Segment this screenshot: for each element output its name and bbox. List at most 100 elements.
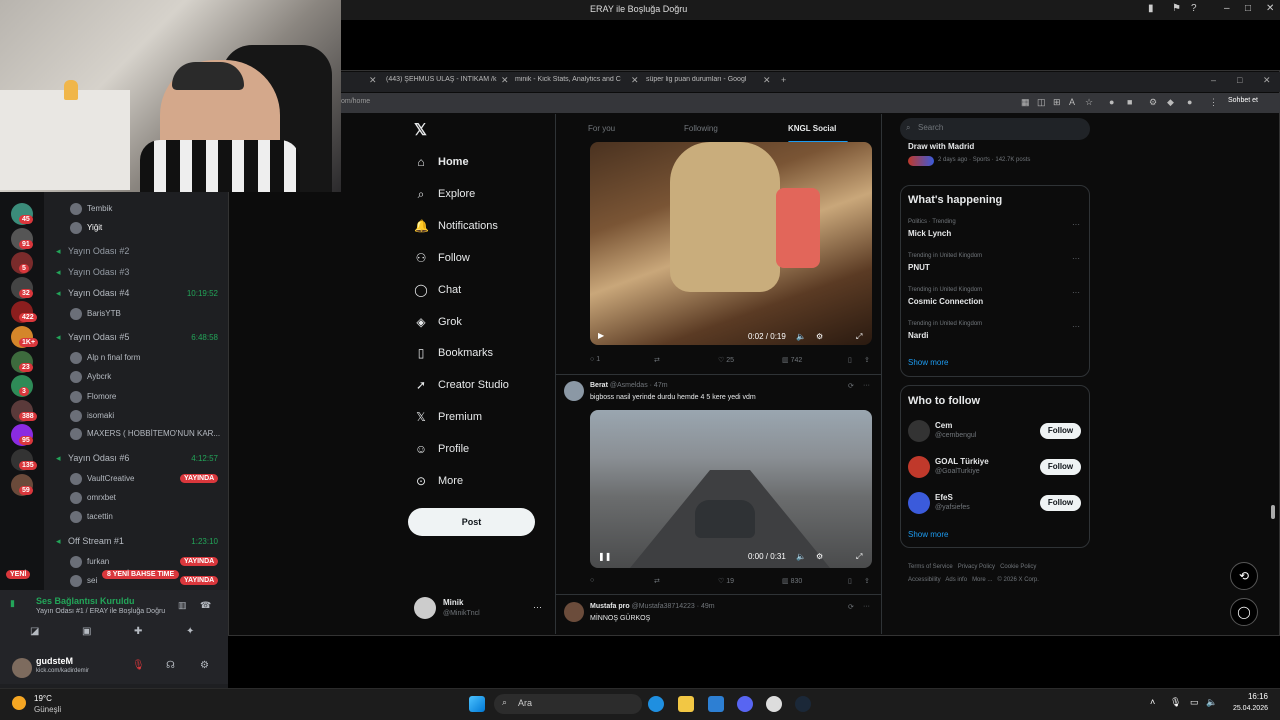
follow-button[interactable]: Follow — [1040, 495, 1081, 511]
views-icon[interactable]: ▥ 742 — [782, 356, 802, 364]
menu-icon[interactable]: ⋮ — [1209, 97, 1218, 108]
extension-icon[interactable]: ● — [1109, 97, 1114, 107]
activities-icon[interactable]: ✚ — [134, 626, 142, 637]
minimize-icon[interactable]: – — [1211, 75, 1216, 85]
footer-link[interactable]: Accessibility — [908, 577, 941, 583]
reply-icon[interactable]: ○ — [590, 577, 594, 584]
scrollbar[interactable] — [1271, 505, 1275, 519]
voice-user[interactable]: VaultCreative — [70, 473, 134, 485]
follow-button[interactable]: Follow — [1040, 459, 1081, 475]
post-video[interactable] — [590, 410, 872, 568]
voice-channel[interactable]: ◂ Yayın Odası #3 — [56, 267, 129, 277]
new-bet-badge[interactable]: 8 YENİ BAHSE TIME — [102, 570, 180, 579]
extension-icon[interactable]: ⊞ — [1053, 97, 1061, 108]
trend-title[interactable]: PNUT — [908, 263, 930, 272]
avatar[interactable] — [12, 658, 32, 678]
avatar[interactable] — [564, 381, 584, 401]
screen-share-icon[interactable]: ▣ — [82, 626, 91, 637]
nav-item-follow[interactable]: ⚇ Follow — [414, 251, 470, 265]
weather-desc[interactable]: Güneşli — [34, 705, 61, 714]
camera-off-icon[interactable]: ◪ — [30, 626, 39, 637]
grok-icon[interactable]: ⟳ — [848, 603, 854, 611]
avatar[interactable] — [564, 602, 584, 622]
chat-icon[interactable]: ◯ — [1230, 598, 1258, 626]
close-tab-icon[interactable]: ✕ — [369, 75, 377, 86]
like-icon[interactable]: ♡ 19 — [718, 577, 734, 585]
more-icon[interactable]: ··· — [863, 603, 870, 610]
pause-icon[interactable]: ❚❚ — [598, 552, 611, 561]
nav-item-chat[interactable]: ◯ Chat — [414, 283, 461, 297]
flag-icon[interactable]: ⚑ — [1172, 3, 1181, 14]
footer-link[interactable]: Privacy Policy — [958, 564, 995, 570]
file-explorer-icon[interactable] — [678, 696, 694, 712]
voice-channel[interactable]: ◂ Yayın Odası #4 — [56, 288, 129, 298]
avatar[interactable] — [908, 456, 930, 478]
voice-channel[interactable]: ◂ Yayın Odası #2 — [56, 246, 129, 256]
show-more-link[interactable]: Show more — [908, 530, 948, 539]
search-input[interactable]: Search — [900, 118, 1090, 140]
extension-icon[interactable]: ◆ — [1167, 97, 1174, 108]
volume-icon[interactable]: 🔈 — [796, 552, 806, 561]
more-icon[interactable]: ··· — [1072, 254, 1080, 263]
more-icon[interactable]: ··· — [1072, 220, 1080, 229]
voice-user[interactable]: Aybcrk — [70, 371, 111, 383]
close-tab-icon[interactable]: ✕ — [763, 75, 771, 86]
trend-title[interactable]: Mick Lynch — [908, 229, 951, 238]
tab-2[interactable]: minik - Kick Stats, Analytics and C — [515, 76, 627, 90]
nav-item-notifications[interactable]: 🔔 Notifications — [414, 219, 498, 233]
discord-icon[interactable] — [737, 696, 753, 712]
voice-user[interactable]: Tembik — [70, 203, 112, 215]
maximize-icon[interactable]: □ — [1245, 3, 1251, 14]
share-icon[interactable]: ⇪ — [864, 356, 870, 364]
windows-start-icon[interactable] — [469, 696, 485, 712]
tab-for-you[interactable]: For you — [588, 124, 615, 133]
app-icon[interactable] — [708, 696, 724, 712]
extension-icon[interactable]: ■ — [1127, 97, 1132, 107]
mute-icon[interactable]: 🎙 — [132, 660, 145, 671]
extension-icon[interactable]: ▦ — [1021, 97, 1030, 108]
voice-user[interactable]: Flomore — [70, 391, 116, 403]
settings-icon[interactable]: ⚙ — [816, 332, 823, 341]
signal-icon[interactable]: ▥ — [178, 600, 187, 611]
show-more-link[interactable]: Show more — [908, 358, 948, 367]
share-icon[interactable]: ⇪ — [864, 577, 870, 585]
footer-link[interactable]: Terms of Service — [908, 564, 953, 570]
extension-icon[interactable]: ◫ — [1037, 97, 1046, 108]
suggestion-name[interactable]: EfeS — [935, 493, 953, 502]
follow-button[interactable]: Follow — [1040, 423, 1081, 439]
settings-icon[interactable]: ⚙ — [816, 552, 823, 561]
maximize-icon[interactable]: □ — [1237, 75, 1242, 85]
x-logo-icon[interactable]: 𝕏 — [414, 120, 427, 140]
volume-icon[interactable]: 🔈 — [1206, 697, 1217, 708]
nav-item-creator-studio[interactable]: ➚ Creator Studio — [414, 378, 509, 392]
footer-link[interactable]: More ... — [972, 577, 992, 583]
repost-icon[interactable]: ⇄ — [654, 577, 660, 585]
reply-icon[interactable]: ○ 1 — [590, 356, 600, 363]
voice-channel[interactable]: ◂ Yayın Odası #5 — [56, 332, 129, 342]
post-video[interactable] — [590, 142, 872, 345]
close-tab-icon[interactable]: ✕ — [631, 75, 639, 86]
star-icon[interactable]: ☆ — [1085, 97, 1093, 108]
help-icon[interactable]: ? — [1191, 3, 1197, 14]
bookmark-icon[interactable]: ▯ — [848, 577, 852, 585]
voice-channel[interactable]: ◂ Yayın Odası #6 — [56, 453, 129, 463]
chrome-icon[interactable] — [766, 696, 782, 712]
disconnect-icon[interactable]: ☎ — [200, 600, 211, 611]
display-icon[interactable]: ▭ — [1190, 697, 1199, 708]
suggestion-name[interactable]: Cem — [935, 421, 952, 430]
steam-icon[interactable] — [795, 696, 811, 712]
voice-user[interactable]: isomaki — [70, 410, 114, 422]
settings-icon[interactable]: ⚙ — [200, 660, 209, 671]
play-icon[interactable]: ▶ — [598, 331, 604, 340]
views-icon[interactable]: ▥ 830 — [782, 577, 802, 585]
bookmark-icon[interactable]: ▯ — [848, 356, 852, 364]
translate-icon[interactable]: A — [1069, 97, 1075, 107]
more-icon[interactable]: ··· — [1072, 288, 1080, 297]
chevron-up-icon[interactable]: ˄ — [1150, 697, 1155, 707]
clock-date[interactable]: 25.04.2026 — [1220, 705, 1268, 712]
tab-following[interactable]: Following — [684, 124, 718, 133]
voice-user[interactable]: sei — [70, 575, 97, 587]
profile-icon[interactable]: ● — [1187, 97, 1192, 107]
voice-user[interactable]: BarisYTB — [70, 308, 121, 320]
footer-link[interactable]: Ads info — [945, 577, 967, 583]
